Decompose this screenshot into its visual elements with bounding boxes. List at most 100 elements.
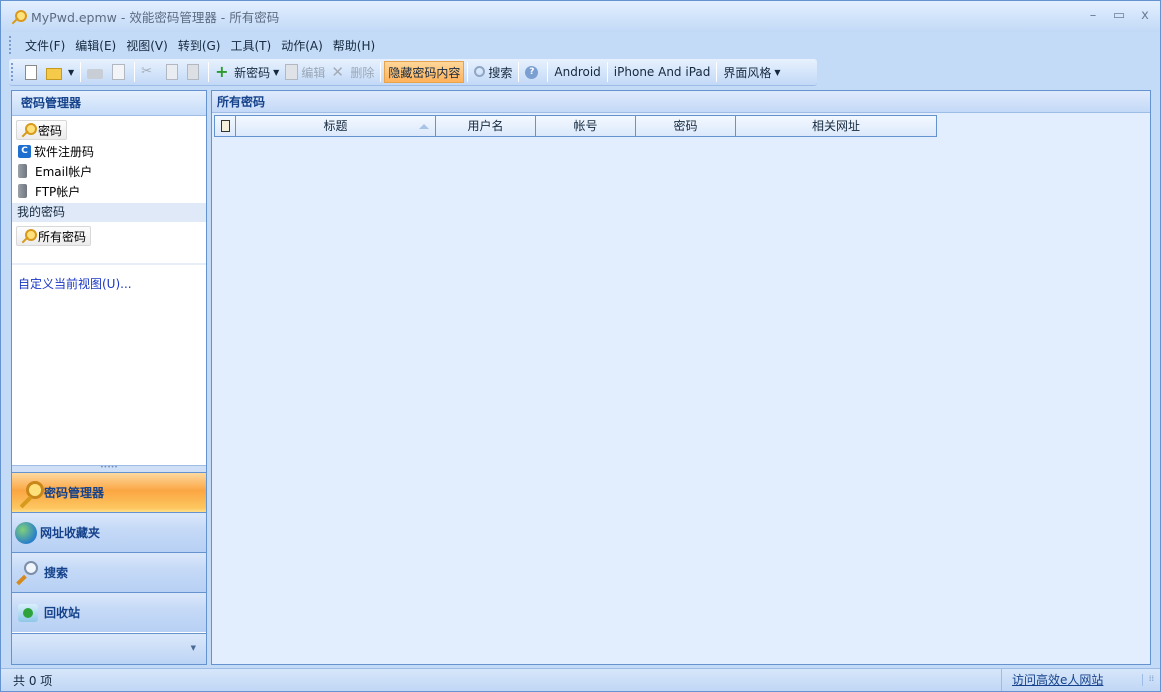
app-key-icon [9,9,27,25]
help-icon: ? [525,65,539,79]
print-preview-button[interactable] [109,61,131,83]
visit-website-link[interactable]: 访问高效e人网站 [1001,669,1126,691]
magnifier-icon [15,560,41,586]
menu-goto[interactable]: 转到(G) [173,37,226,54]
category-label: Email帐户 [35,164,93,179]
item-count: 共 0 项 [13,673,53,688]
title-bar: MyPwd.epmw - 效能密码管理器 - 所有密码 – ▭ x [1,1,1160,32]
column-label: 相关网址 [811,119,860,133]
email-account-icon [18,164,27,178]
open-folder-icon [46,67,62,80]
globe-lock-icon [15,521,37,544]
paste-button[interactable] [184,61,205,83]
column-password[interactable]: 密码 [636,116,736,136]
menu-tools[interactable]: 工具(T) [225,37,276,54]
menu-file[interactable]: 文件(F) [20,37,70,54]
toolbar-separator [518,62,520,82]
category-item-software-key[interactable]: C 软件注册码 [16,141,202,161]
delete-button[interactable]: ✕ 删除 [328,61,377,83]
category-item-password[interactable]: 密码 [16,120,68,140]
plus-icon: + [215,62,229,81]
category-list: 密码 C 软件注册码 Email帐户 FTP帐户 [12,116,206,201]
column-label: 帐号 [573,119,598,133]
print-button[interactable] [84,61,109,83]
chevron-down-icon[interactable]: ▼ [191,644,196,652]
ftp-account-icon [18,184,27,198]
column-icon[interactable] [215,116,236,136]
theme-button[interactable]: 界面风格 ▼ [720,61,783,83]
toolbar: ▼ ✂ + 新密码 ▼ 编辑 ✕ 删除 隐藏密码内容 搜索 ? Android … [9,59,817,86]
my-passwords-group-label: 我的密码 [12,203,206,222]
new-file-button[interactable] [22,61,43,83]
copy-button[interactable] [163,61,184,83]
nav-button-label: 网址收藏夹 [40,526,101,540]
category-item-email-account[interactable]: Email帐户 [16,161,202,181]
delete-x-icon: ✕ [331,63,344,81]
group-item-all-passwords[interactable]: 所有密码 [16,226,92,246]
hide-password-content-button[interactable]: 隐藏密码内容 [384,61,465,83]
edit-button[interactable]: 编辑 [282,61,328,83]
column-related-url[interactable]: 相关网址 [736,116,936,136]
key-icon [19,228,37,244]
new-document-icon [25,64,37,80]
copy-icon [166,64,179,80]
help-button[interactable]: ? [522,61,544,83]
nav-button-search[interactable]: 搜索 [12,552,206,592]
recycle-bin-icon [15,600,41,626]
menu-help[interactable]: 帮助(H) [328,37,380,54]
nav-button-url-favorites[interactable]: 网址收藏夹 [12,512,206,552]
menu-bar: 文件(F) 编辑(E) 视图(V) 转到(G) 工具(T) 动作(A) 帮助(H… [9,34,380,56]
printer-icon [87,69,104,79]
menu-edit[interactable]: 编辑(E) [70,37,121,54]
print-preview-icon [112,64,126,80]
minimize-button[interactable]: – [1084,7,1102,25]
document-icon [220,120,230,132]
customize-view-link[interactable]: 自定义当前视图(U)... [12,263,206,292]
category-item-ftp-account[interactable]: FTP帐户 [16,181,202,201]
search-button[interactable]: 搜索 [471,61,515,83]
toolbar-separator [467,62,469,82]
menu-actions[interactable]: 动作(A) [276,37,328,54]
status-bar: 共 0 项 访问高效e人网站 ⁞⁞ [1,668,1160,691]
key-icon [15,480,44,506]
toolbar-separator [134,62,136,82]
menu-view[interactable]: 视图(V) [121,37,173,54]
app-window: MyPwd.epmw - 效能密码管理器 - 所有密码 – ▭ x 文件(F) … [0,0,1161,692]
dropdown-arrow-icon: ▼ [68,67,75,77]
c-app-icon: C [18,144,31,158]
toolbar-grip[interactable] [11,63,14,81]
open-button[interactable]: ▼ [43,61,77,83]
nav-button-label: 搜索 [44,566,69,580]
nav-button-recycle-bin[interactable]: 回收站 [12,592,206,632]
nav-button-label: 回收站 [44,606,81,620]
new-password-label: 新密码 [234,65,271,80]
maximize-button[interactable]: ▭ [1110,7,1128,25]
column-title[interactable]: 标题 [236,116,436,136]
group-item-label: 所有密码 [38,229,87,244]
column-label: 标题 [323,119,348,133]
toolbar-separator [547,62,549,82]
nav-button-password-manager[interactable]: 密码管理器 [12,472,206,512]
menu-grip[interactable] [9,36,12,54]
scissors-icon: ✂ [141,64,153,79]
android-button[interactable]: Android [551,61,603,83]
column-username[interactable]: 用户名 [436,116,536,136]
toolbar-separator [606,62,608,82]
resize-grip-icon[interactable]: ⁞⁞ [1142,674,1154,686]
paste-icon [187,64,200,80]
pane-splitter[interactable]: ••••• [12,465,206,472]
iphone-ipad-button[interactable]: iPhone And iPad [611,61,714,83]
toolbar-separator [380,62,382,82]
window-title: MyPwd.epmw - 效能密码管理器 - 所有密码 [31,10,280,25]
nav-button-label: 密码管理器 [44,486,105,500]
column-account[interactable]: 帐号 [536,116,636,136]
search-label: 搜索 [488,65,513,80]
magnifier-icon [474,65,486,77]
delete-label: 删除 [350,65,375,80]
close-button[interactable]: x [1136,7,1154,25]
nav-button-overflow[interactable]: ▼ [12,633,206,664]
column-label: 密码 [673,119,698,133]
cut-button[interactable]: ✂ [138,61,163,83]
new-password-button[interactable]: + 新密码 ▼ [212,61,282,83]
sort-ascending-icon [419,124,429,129]
